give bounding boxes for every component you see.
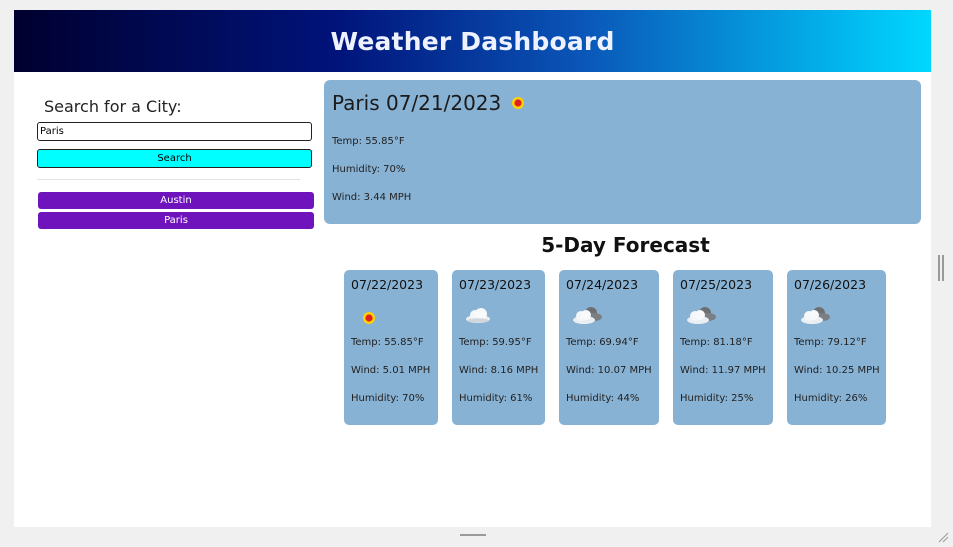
forecast-card: 07/26/2023 Temp: 79.12°F Wind: 10.25 MPH… (787, 270, 886, 425)
city-search-input[interactable] (37, 122, 312, 141)
forecast-temp: Temp: 59.95°F (459, 337, 532, 348)
current-wind: Wind: 3.44 MPH (332, 192, 412, 203)
forecast-date: 07/26/2023 (794, 277, 867, 292)
horizontal-resize-handle[interactable] (460, 534, 486, 536)
forecast-temp: Temp: 79.12°F (794, 337, 867, 348)
page-header: Weather Dashboard (14, 10, 931, 72)
forecast-wind: Wind: 10.25 MPH (794, 365, 880, 376)
history-button-paris[interactable]: Paris (38, 212, 314, 229)
forecast-humidity: Humidity: 26% (794, 393, 868, 404)
forecast-card: 07/23/2023 Temp: 59.95°F Wind: 8.16 MPH … (452, 270, 545, 425)
app-window: Weather Dashboard Search for a City: Sea… (14, 10, 931, 527)
forecast-date: 07/24/2023 (566, 277, 639, 292)
forecast-date: 07/22/2023 (351, 277, 424, 292)
forecast-date: 07/25/2023 (680, 277, 753, 292)
forecast-wind: Wind: 5.01 MPH (351, 365, 431, 376)
forecast-temp: Temp: 55.85°F (351, 337, 424, 348)
broken-clouds-icon (571, 306, 603, 330)
forecast-humidity: Humidity: 44% (566, 393, 640, 404)
resize-corner-icon[interactable] (937, 528, 949, 547)
current-humidity: Humidity: 70% (332, 164, 406, 175)
forecast-wind: Wind: 10.07 MPH (566, 365, 652, 376)
cloud-icon (464, 306, 492, 328)
sun-icon (511, 95, 525, 114)
forecast-wind: Wind: 11.97 MPH (680, 365, 766, 376)
forecast-heading: 5-Day Forecast (541, 233, 710, 257)
forecast-humidity: Humidity: 25% (680, 393, 754, 404)
page-title: Weather Dashboard (330, 26, 615, 56)
forecast-card: 07/22/2023 Temp: 55.85°F Wind: 5.01 MPH … (344, 270, 438, 425)
search-heading: Search for a City: (44, 97, 182, 116)
history-button-austin[interactable]: Austin (38, 192, 314, 209)
current-temp: Temp: 55.85°F (332, 136, 405, 147)
current-city-title: Paris 07/21/2023 (332, 91, 502, 115)
sidebar-divider (37, 179, 300, 180)
search-button[interactable]: Search (37, 149, 312, 168)
sun-icon (362, 310, 376, 329)
forecast-date: 07/23/2023 (459, 277, 532, 292)
forecast-wind: Wind: 8.16 MPH (459, 365, 539, 376)
forecast-temp: Temp: 81.18°F (680, 337, 753, 348)
forecast-card: 07/25/2023 Temp: 81.18°F Wind: 11.97 MPH… (673, 270, 773, 425)
vertical-resize-handle[interactable] (938, 255, 944, 281)
search-sidebar: Search for a City: Search Austin Paris (37, 82, 314, 232)
forecast-humidity: Humidity: 61% (459, 393, 533, 404)
broken-clouds-icon (799, 306, 831, 330)
broken-clouds-icon (685, 306, 717, 330)
current-weather-panel: Paris 07/21/2023 Temp: 55.85°F Humidity:… (324, 80, 921, 224)
forecast-humidity: Humidity: 70% (351, 393, 425, 404)
forecast-temp: Temp: 69.94°F (566, 337, 639, 348)
forecast-card: 07/24/2023 Temp: 69.94°F Wind: 10.07 MPH… (559, 270, 659, 425)
